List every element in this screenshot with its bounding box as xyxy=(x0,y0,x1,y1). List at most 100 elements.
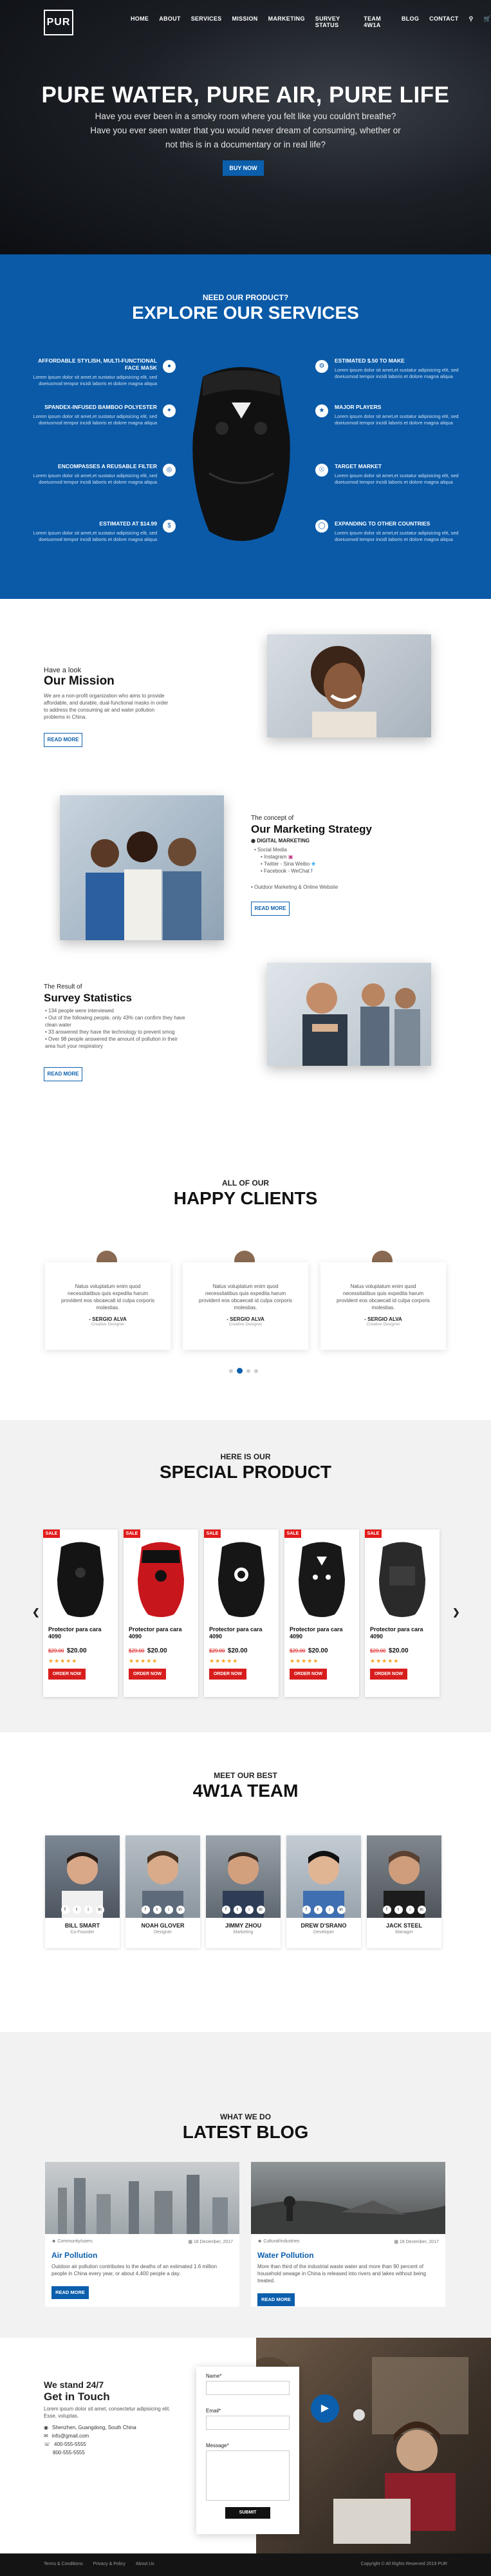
footer-link[interactable]: Terms & Conditions xyxy=(44,2562,83,2566)
order-now-button[interactable]: ORDER NOW xyxy=(370,1669,407,1680)
member-name: JACK STEEL xyxy=(385,1922,422,1929)
product-price: $20.00 xyxy=(308,1647,328,1654)
survey-list: • 134 people were interviewed • Out of t… xyxy=(45,1007,187,1050)
twitter-icon[interactable]: t xyxy=(153,1906,162,1914)
product-card[interactable]: SALE Protector para cara 4090 $29.00 $20… xyxy=(124,1530,198,1697)
email-text[interactable]: info@gmail.com xyxy=(52,2433,89,2439)
product-image xyxy=(57,1542,104,1617)
nav-blog[interactable]: BLOG xyxy=(402,15,419,28)
search-icon[interactable]: ⚲ xyxy=(469,15,474,28)
product-image xyxy=(299,1542,345,1617)
carousel-dot-active[interactable] xyxy=(237,1368,243,1374)
survey-read-more-button[interactable]: READ MORE xyxy=(44,1067,82,1081)
marketing-footer-label: Outdoor Marketing & Online Website xyxy=(254,884,338,890)
address-row: ◉ Shenzhen, Guangdong, South China xyxy=(44,2425,136,2430)
name-label: Name* xyxy=(206,2373,222,2379)
team-title: 4W1A TEAM xyxy=(192,1781,299,1801)
message-field[interactable] xyxy=(206,2450,290,2501)
list-item: • Facebook - WeChat f xyxy=(261,868,313,874)
instagram-icon[interactable]: i xyxy=(84,1906,93,1914)
member-role: Co-Founder xyxy=(70,1930,95,1935)
next-arrow-icon[interactable]: ❯ xyxy=(452,1607,460,1618)
play-video-icon[interactable]: ▶ xyxy=(311,2394,339,2423)
product-card[interactable]: SALE Protector para cara 4090 $29.00 $20… xyxy=(204,1530,279,1697)
hero-subtitle: Have you ever been in a smoky room where… xyxy=(90,111,401,149)
marketing-sub-label: DIGITAL MARKETING xyxy=(257,838,310,844)
product-old-price: $29.00 xyxy=(209,1648,225,1654)
list-item-label: Out of the following people, only 43% ca… xyxy=(45,1015,185,1028)
blog-read-more-button[interactable]: READ MORE xyxy=(51,2286,89,2299)
blog-post-title[interactable]: Air Pollution xyxy=(51,2251,233,2260)
member-name: DREW D'SRANO xyxy=(301,1922,347,1929)
linkedin-icon[interactable]: in xyxy=(337,1906,346,1914)
nav-mission[interactable]: MISSION xyxy=(232,15,257,28)
cart-icon[interactable]: 🛒 xyxy=(483,15,491,28)
submit-button[interactable]: SUBMIT xyxy=(225,2507,270,2519)
blog-date: 18 December, 2017 xyxy=(193,2240,233,2244)
email-field[interactable] xyxy=(206,2416,290,2430)
name-field[interactable] xyxy=(206,2381,290,2395)
mission-photo xyxy=(267,634,431,737)
service-text: Lorem ipsum dolor sit amet,et sustatur a… xyxy=(33,413,157,426)
order-now-button[interactable]: ORDER NOW xyxy=(209,1669,246,1680)
nav-contact[interactable]: CONTACT xyxy=(429,15,458,28)
blog-meta: ☻ Community/users ▦ 18 December, 2017 xyxy=(51,2239,233,2244)
twitter-icon[interactable]: t xyxy=(233,1906,242,1914)
blog-read-more-button[interactable]: READ MORE xyxy=(257,2293,295,2306)
linkedin-icon[interactable]: in xyxy=(256,1906,265,1914)
product-card[interactable]: SALE Protector para cara 4090 $29.00 $20… xyxy=(43,1530,118,1697)
carousel-dot[interactable] xyxy=(246,1368,250,1373)
instagram-icon[interactable]: i xyxy=(325,1906,334,1914)
linkedin-icon[interactable]: in xyxy=(417,1906,426,1914)
sale-badge: SALE xyxy=(43,1530,60,1538)
product-title[interactable]: Protector para cara 4090 xyxy=(209,1626,273,1640)
nav-about[interactable]: ABOUT xyxy=(159,15,181,28)
order-now-button[interactable]: ORDER NOW xyxy=(48,1669,86,1680)
mission-read-more-button[interactable]: READ MORE xyxy=(44,733,82,747)
facebook-icon[interactable]: f xyxy=(302,1906,311,1914)
carousel-dot[interactable] xyxy=(229,1368,233,1373)
twitter-icon[interactable]: t xyxy=(313,1906,322,1914)
footer-link[interactable]: About Us xyxy=(136,2562,154,2566)
testimonial-text: Natus voluptatum enim quod necessitatibu… xyxy=(337,1283,430,1311)
service-item: MAJOR PLAYERS Lorem ipsum dolor sit amet,… xyxy=(335,404,461,426)
prev-arrow-icon[interactable]: ❮ xyxy=(32,1607,40,1618)
buy-now-button[interactable]: BUY NOW xyxy=(223,160,264,176)
footer-link[interactable]: Privacy & Policy xyxy=(93,2562,125,2566)
blog-post-title[interactable]: Water Pollution xyxy=(257,2251,439,2260)
product-card[interactable]: SALE Protector para cara 4090 $29.00 $20… xyxy=(365,1530,440,1697)
linkedin-icon[interactable]: in xyxy=(176,1906,185,1914)
footer-links: Terms & Conditions Privacy & Policy Abou… xyxy=(44,2562,154,2566)
facebook-icon[interactable]: f xyxy=(141,1906,150,1914)
client-name: - SERGIO ALVA xyxy=(227,1316,264,1322)
order-now-button[interactable]: ORDER NOW xyxy=(129,1669,166,1680)
price-tag-icon: $ xyxy=(163,520,176,533)
carousel-dot[interactable] xyxy=(254,1368,258,1373)
list-item: • Social Media xyxy=(254,847,287,853)
facebook-icon[interactable]: f xyxy=(382,1906,391,1914)
twitter-icon[interactable]: t xyxy=(72,1906,81,1914)
instagram-icon[interactable]: i xyxy=(164,1906,173,1914)
product-card[interactable]: SALE Protector para cara 4090 $29.00 $20… xyxy=(284,1530,359,1697)
product-title[interactable]: Protector para cara 4090 xyxy=(129,1626,193,1640)
list-item-label: 33 answered they have the technology to … xyxy=(48,1029,175,1035)
nav-marketing[interactable]: MARKETING xyxy=(268,15,305,28)
marketing-read-more-button[interactable]: READ MORE xyxy=(251,902,290,916)
globe-icon: ◯ xyxy=(315,520,328,533)
product-title[interactable]: Protector para cara 4090 xyxy=(48,1626,113,1640)
product-title[interactable]: Protector para cara 4090 xyxy=(290,1626,354,1640)
facebook-icon[interactable]: f xyxy=(221,1906,230,1914)
user-icon: ☻ xyxy=(257,2239,264,2244)
nav-home[interactable]: HOME xyxy=(131,15,149,28)
product-title[interactable]: Protector para cara 4090 xyxy=(370,1626,434,1640)
instagram-icon[interactable]: i xyxy=(405,1906,414,1914)
nav-services[interactable]: SERVICES xyxy=(191,15,222,28)
order-now-button[interactable]: ORDER NOW xyxy=(290,1669,327,1680)
facebook-icon[interactable]: f xyxy=(60,1906,69,1914)
linkedin-icon[interactable]: in xyxy=(95,1906,104,1914)
site-logo[interactable]: PUR xyxy=(44,10,73,35)
twitter-icon[interactable]: t xyxy=(394,1906,403,1914)
nav-team[interactable]: TEAM 4W1A xyxy=(364,15,391,28)
nav-survey-status[interactable]: SURVEY STATUS xyxy=(315,15,354,28)
instagram-icon[interactable]: i xyxy=(245,1906,254,1914)
